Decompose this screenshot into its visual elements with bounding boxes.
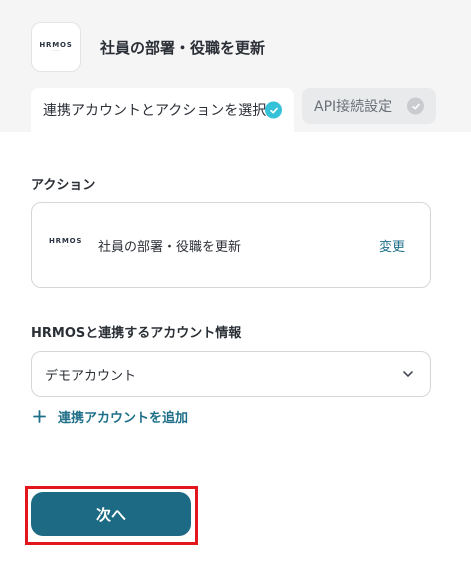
action-section-label: アクション [31,178,96,193]
header-area: HRMOS ——— 社員の部署・役職を更新 連携アカウントとアクションを選択 A… [0,0,471,132]
account-section-label: HRMOSと連携するアカウント情報 [31,326,242,341]
tab-api-settings[interactable]: API接続設定 [302,88,436,124]
add-account-label: 連携アカウントを追加 [58,411,189,426]
check-circle-icon [407,97,424,115]
plus-icon [33,410,46,423]
page-title: 社員の部署・役職を更新 [100,39,266,57]
chevron-down-icon [403,371,413,377]
action-name: 社員の部署・役職を更新 [98,240,242,255]
hrmos-logo-icon: HRMOS ——— [49,237,83,248]
hrmos-logo-icon: HRMOS ——— [39,40,73,52]
action-card: HRMOS ——— 社員の部署・役職を更新 変更 [31,202,431,288]
app-logo-text: HRMOS [39,40,73,49]
check-circle-icon [265,101,282,119]
account-select[interactable]: デモアカウント [31,351,431,397]
change-action-link[interactable]: 変更 [379,236,405,255]
next-button[interactable]: 次へ [31,492,191,536]
app-logo: HRMOS ——— [31,22,81,72]
selected-account: デモアカウント [45,368,137,384]
tab-label: 連携アカウントとアクションを選択 [43,103,267,119]
tab-select-account-action[interactable]: 連携アカウントとアクションを選択 [31,88,294,132]
add-account-link[interactable]: 連携アカウントを追加 [33,407,188,426]
tab-label: API接続設定 [314,99,393,115]
card-logo-text: HRMOS [49,237,83,245]
